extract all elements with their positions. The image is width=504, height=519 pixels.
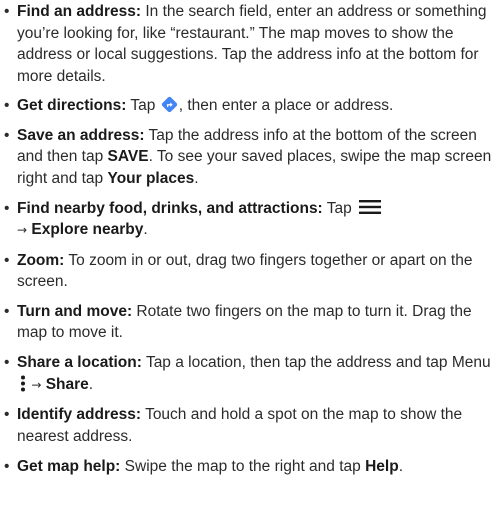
item-text: Tap a location, then tap the address and… [145,354,491,372]
your-places-label: Your places [107,169,195,187]
bullet: • [4,3,10,20]
list-item-map-help: • Get map help: Swipe the map to the rig… [4,456,502,478]
item-title: Get map help: [17,457,121,475]
item-title: Get directions: [17,97,127,115]
bullet: • [4,406,10,424]
menu-icon [359,199,382,214]
item-title: Share a location: [17,354,142,372]
help-label: Help [365,457,399,475]
bullet: • [4,457,10,475]
item-title: Find an address: [17,3,142,20]
share-label: Share [45,375,89,393]
more-vert-icon [21,375,25,392]
bullet: • [4,97,10,115]
item-text: . [143,221,148,239]
bullet: • [4,302,10,320]
item-title: Save an address: [17,126,145,144]
list-item-get-directions: • Get directions: Tap , then enter a pla… [4,95,502,117]
item-text: Swipe the map to the right and tap [124,457,361,475]
item-title: Turn and move: [17,302,133,320]
bullet: • [4,251,10,269]
item-text: To zoom in or out, drag two fingers toge… [17,251,473,291]
list-item-save-address: • Save an address: Tap the address info … [4,125,502,190]
arrow-icon: → [31,377,42,392]
list-item-turn-move: • Turn and move: Rotate two fingers on t… [4,301,502,344]
item-title: Find nearby food, drinks, and attraction… [17,199,323,217]
item-text: . [398,457,403,475]
list-item-share-location: • Share a location: Tap a location, then… [4,352,502,396]
bullet: • [4,126,10,144]
list-item-identify-address: • Identify address: Touch and hold a spo… [4,404,502,447]
item-text: Tap [130,97,156,115]
item-title: Identify address: [17,406,142,424]
item-text: . [194,169,199,187]
save-label: SAVE [107,148,149,166]
list-item-find-address: • Find an address: In the search field, … [4,1,502,87]
item-text: , then enter a place or address. [178,97,394,115]
bullet: • [4,199,10,217]
item-text: Tap [326,199,352,217]
directions-icon [161,97,177,113]
arrow-icon: → [17,223,28,238]
bullet: • [4,354,10,372]
item-title: Zoom: [17,251,65,269]
list-item-find-nearby: • Find nearby food, drinks, and attracti… [4,198,502,242]
list-item-zoom: • Zoom: To zoom in or out, drag two fing… [4,250,502,293]
explore-nearby-label: Explore nearby [31,221,144,239]
item-text: . [88,375,94,393]
help-document: • Find an address: In the search field, … [4,1,502,485]
